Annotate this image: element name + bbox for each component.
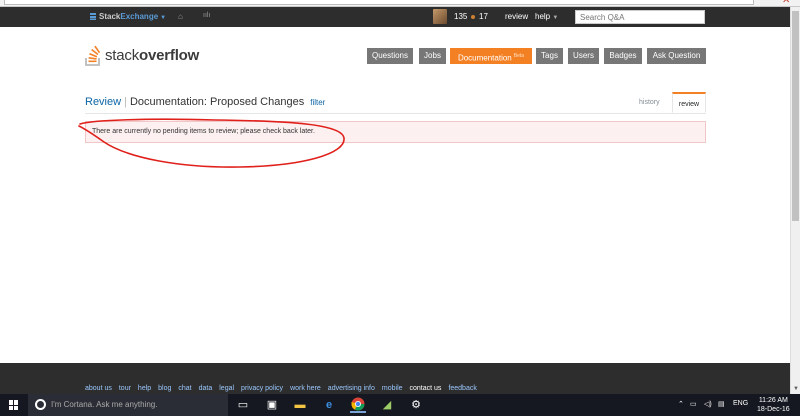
chevron-down-icon: ▼	[160, 15, 167, 21]
windows-start-icon[interactable]	[9, 400, 19, 410]
tab-review[interactable]: review	[672, 92, 706, 113]
footer-link-chat[interactable]: chat	[178, 385, 191, 392]
chevron-down-icon: ▼	[552, 15, 559, 21]
user-avatar[interactable]	[433, 9, 447, 24]
settings-gear-icon[interactable]: ⚙	[408, 397, 424, 413]
footer-link-feedback[interactable]: feedback	[448, 385, 476, 392]
page-title: Review | Documentation: Proposed Changes fi…	[85, 96, 325, 108]
task-view-icon[interactable]: ▭	[235, 397, 251, 413]
footer-link-blog[interactable]: blog	[158, 385, 171, 392]
photos-app-icon[interactable]: ◢	[379, 397, 395, 413]
footer-link-advertising-info[interactable]: advertising info	[328, 385, 375, 392]
nav-questions[interactable]: Questions	[367, 48, 413, 64]
title-divider	[85, 113, 706, 114]
topbar-help-menu[interactable]: help ▼	[535, 12, 558, 21]
scrollbar-thumb[interactable]	[792, 11, 799, 221]
search-input[interactable]	[575, 10, 705, 24]
taskbar-clock[interactable]: 11:26 AM 18-Dec-16	[757, 396, 790, 414]
windows-taskbar: I'm Cortana. Ask me anything. ▭ ▣ ▬ e ◢ …	[0, 394, 800, 416]
site-footer: about us tour help blog chat data legal privacy…	[0, 363, 790, 394]
footer-link-mobile[interactable]: mobile	[382, 385, 403, 392]
stackexchange-menu[interactable]: StackExchange ▼	[90, 12, 166, 21]
clock-date: 18-Dec-16	[757, 406, 790, 413]
store-icon[interactable]: ▣	[264, 397, 280, 413]
reputation-count: 135	[454, 12, 468, 21]
page-scrollbar[interactable]: ▼	[790, 7, 800, 394]
footer-link-data[interactable]: data	[199, 385, 213, 392]
bronze-badge-icon	[471, 15, 475, 19]
nav-jobs[interactable]: Jobs	[419, 48, 446, 64]
nav-documentation-label: Documentation	[457, 53, 512, 63]
nav-users[interactable]: Users	[568, 48, 599, 64]
footer-link-work-here[interactable]: work here	[290, 385, 321, 392]
help-label: help	[535, 12, 551, 21]
achievements-icon[interactable]: ıılı	[203, 12, 210, 19]
language-indicator[interactable]: ENG	[733, 400, 748, 407]
footer-link-about-us[interactable]: about us	[85, 385, 112, 392]
logo-wordmark: stackoverflow	[105, 47, 200, 64]
stackexchange-topbar: StackExchange ▼ ⌂ ıılı 135 17 review help…	[0, 7, 790, 27]
cortana-search-box[interactable]: I'm Cortana. Ask me anything.	[28, 394, 228, 416]
show-hidden-icons-icon[interactable]: ⌃	[678, 400, 684, 408]
queue-title: Documentation: Proposed Changes	[129, 96, 305, 108]
chrome-browser-icon[interactable]	[350, 397, 366, 413]
nav-tags[interactable]: Tags	[536, 48, 563, 64]
browser-address-strip	[0, 0, 800, 7]
edge-browser-icon[interactable]: e	[321, 397, 337, 413]
brand-stack: Stack	[99, 12, 121, 21]
inbox-icon[interactable]: ⌂	[178, 12, 183, 21]
review-root-link[interactable]: Review	[85, 96, 121, 108]
footer-link-legal[interactable]: legal	[219, 385, 234, 392]
scroll-down-icon[interactable]: ▼	[793, 386, 799, 392]
clock-time: 11:26 AM	[758, 397, 788, 404]
title-separator: |	[124, 96, 127, 108]
nav-ask-question[interactable]: Ask Question	[647, 48, 706, 64]
beta-badge: Beta	[513, 53, 525, 59]
cortana-placeholder: I'm Cortana. Ask me anything.	[51, 400, 158, 409]
empty-queue-notice: There are currently no pending items to …	[85, 121, 706, 143]
footer-links: about us tour help blog chat data legal privacy…	[85, 385, 484, 392]
action-center-icon[interactable]: ▤	[718, 400, 725, 408]
footer-link-contact-us[interactable]: contact us	[410, 385, 442, 392]
brand-exchange: Exchange	[120, 12, 159, 21]
stackoverflow-logo-icon	[85, 45, 101, 66]
network-icon[interactable]: ▭	[690, 400, 697, 408]
nav-badges[interactable]: Badges	[604, 48, 642, 64]
volume-icon[interactable]: ◁)	[704, 400, 712, 408]
nav-documentation[interactable]: Documentation Beta	[450, 48, 532, 64]
bronze-badge-count: 17	[479, 12, 488, 21]
address-bar[interactable]	[4, 0, 754, 5]
window-close-icon[interactable]: ✕	[782, 0, 792, 6]
filter-link[interactable]: filter	[310, 98, 325, 107]
stackexchange-logo-icon	[90, 13, 96, 20]
footer-link-privacy-policy[interactable]: privacy policy	[241, 385, 283, 392]
cortana-icon	[35, 399, 46, 410]
file-explorer-icon[interactable]: ▬	[292, 397, 308, 413]
footer-link-tour[interactable]: tour	[119, 385, 131, 392]
tab-history[interactable]: history	[633, 92, 666, 113]
footer-link-help[interactable]: help	[138, 385, 151, 392]
topbar-review-link[interactable]: review	[505, 12, 528, 21]
